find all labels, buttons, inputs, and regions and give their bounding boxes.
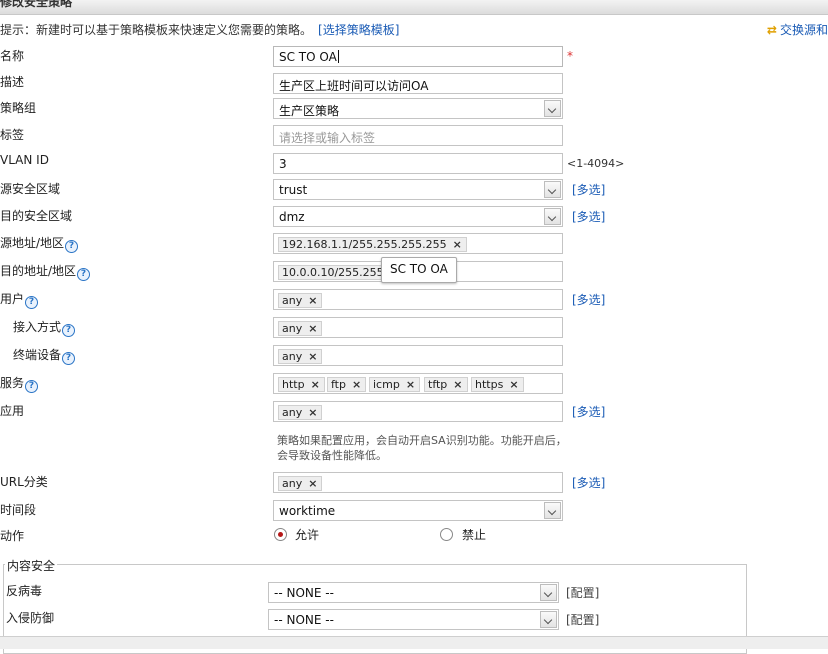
src-addr-tag: 192.168.1.1/255.255.255.255 ×	[278, 237, 467, 252]
vlan-label: VLAN ID	[0, 153, 49, 167]
dst-addr-tag: 10.0.0.10/255.255.	[278, 265, 393, 280]
question-icon[interactable]: ?	[25, 380, 39, 393]
name-input[interactable]: SC TO OA	[273, 46, 563, 67]
desc-input[interactable]: 生产区上班时间可以访问OA	[273, 73, 563, 94]
content-security-legend: 内容安全	[5, 557, 58, 574]
service-tag-ftp: ftp ×	[327, 377, 367, 392]
dialog-footer-bar	[0, 636, 828, 649]
access-label: 接入方式?	[13, 318, 76, 337]
antivirus-select[interactable]: -- NONE --	[268, 582, 559, 603]
question-icon[interactable]: ?	[62, 352, 76, 365]
chevron-down-icon[interactable]	[540, 584, 557, 601]
dst-zone-multi-link[interactable]: [多选]	[572, 208, 605, 225]
url-multi-link[interactable]: [多选]	[572, 474, 605, 491]
select-template-link[interactable]: [选择策略模板]	[318, 23, 399, 37]
allow-radio[interactable]	[274, 528, 287, 541]
question-icon[interactable]: ?	[65, 240, 79, 253]
ips-label: 入侵防御	[6, 611, 55, 625]
access-input[interactable]: any ×	[273, 317, 563, 338]
service-tag-icmp: icmp ×	[369, 377, 421, 392]
dialog-title-bar: 修改安全策略	[0, 0, 828, 15]
question-icon[interactable]: ?	[62, 324, 76, 337]
service-input[interactable]: http × ftp × icmp × tftp × https ×	[273, 373, 563, 394]
close-icon[interactable]: ×	[308, 406, 317, 419]
url-tag: any ×	[278, 476, 323, 491]
src-zone-label: 源安全区域	[0, 182, 61, 196]
hint-text: 提示：新建时可以基于策略模板来快速定义您需要的策略。 [选择策略模板]	[0, 23, 400, 37]
vlan-range-hint: <1-4094>	[567, 157, 625, 170]
terminal-input[interactable]: any ×	[273, 345, 563, 366]
dst-zone-select[interactable]: dmz	[273, 206, 563, 227]
close-icon[interactable]: ×	[308, 350, 317, 363]
text-cursor	[337, 50, 339, 63]
app-note: 策略如果配置应用，会自动开启SA识别功能。功能开启后，会导致设备性能降低。	[277, 434, 567, 462]
vlan-input[interactable]: 3	[273, 153, 563, 174]
service-label: 服务?	[0, 374, 39, 393]
src-addr-label: 源地址/地区?	[0, 234, 79, 253]
ips-select[interactable]: -- NONE --	[268, 609, 559, 630]
close-icon[interactable]: ×	[308, 477, 317, 490]
src-addr-input[interactable]: 192.168.1.1/255.255.255.255 ×	[273, 233, 563, 254]
name-tooltip: SC TO OA	[381, 257, 457, 283]
chevron-down-icon[interactable]	[544, 208, 561, 225]
src-zone-select[interactable]: trust	[273, 179, 563, 200]
access-tag: any ×	[278, 321, 323, 336]
question-icon[interactable]: ?	[77, 268, 91, 281]
antivirus-label: 反病毒	[6, 584, 43, 598]
required-mark: *	[567, 49, 573, 63]
app-input[interactable]: any ×	[273, 401, 563, 422]
service-tag-https: https ×	[471, 377, 524, 392]
chevron-down-icon[interactable]	[544, 181, 561, 198]
allow-radio-label: 允许	[295, 528, 320, 542]
close-icon[interactable]: ×	[453, 238, 462, 251]
service-tag-http: http ×	[278, 377, 325, 392]
close-icon[interactable]: ×	[509, 378, 518, 391]
close-icon[interactable]: ×	[311, 378, 320, 391]
dialog-title: 修改安全策略	[0, 0, 73, 9]
tag-label: 标签	[0, 128, 25, 142]
swap-src-dst-link[interactable]: ⇄ 交换源和	[767, 21, 828, 38]
src-zone-multi-link[interactable]: [多选]	[572, 181, 605, 198]
close-icon[interactable]: ×	[352, 378, 361, 391]
action-label: 动作	[0, 529, 25, 543]
swap-icon: ⇄	[766, 23, 777, 37]
group-select[interactable]: 生产区策略	[273, 98, 563, 119]
time-label: 时间段	[0, 503, 37, 517]
time-select[interactable]: worktime	[273, 500, 563, 521]
deny-radio-label: 禁止	[462, 528, 487, 542]
user-tag: any ×	[278, 293, 323, 308]
user-multi-link[interactable]: [多选]	[572, 291, 605, 308]
name-label: 名称	[0, 49, 25, 63]
chevron-down-icon[interactable]	[540, 611, 557, 628]
url-label: URL分类	[0, 475, 48, 489]
url-input[interactable]: any ×	[273, 472, 563, 493]
user-input[interactable]: any ×	[273, 289, 563, 310]
desc-label: 描述	[0, 75, 25, 89]
app-label: 应用	[0, 404, 25, 418]
antivirus-config-link[interactable]: [配置]	[566, 584, 599, 601]
dst-zone-label: 目的安全区域	[0, 209, 73, 223]
deny-radio[interactable]	[440, 528, 453, 541]
chevron-down-icon[interactable]	[544, 502, 561, 519]
ips-config-link[interactable]: [配置]	[566, 611, 599, 628]
terminal-label: 终端设备?	[13, 346, 76, 365]
app-multi-link[interactable]: [多选]	[572, 403, 605, 420]
chevron-down-icon[interactable]	[544, 100, 561, 117]
close-icon[interactable]: ×	[308, 294, 317, 307]
close-icon[interactable]: ×	[453, 378, 462, 391]
dst-addr-label: 目的地址/地区?	[0, 262, 91, 281]
app-tag: any ×	[278, 405, 323, 420]
terminal-tag: any ×	[278, 349, 323, 364]
close-icon[interactable]: ×	[406, 378, 415, 391]
group-label: 策略组	[0, 101, 37, 115]
close-icon[interactable]: ×	[308, 322, 317, 335]
tag-input[interactable]: 请选择或输入标签	[273, 125, 563, 146]
user-label: 用户?	[0, 290, 39, 309]
service-tag-tftp: tftp ×	[424, 377, 468, 392]
question-icon[interactable]: ?	[25, 296, 39, 309]
